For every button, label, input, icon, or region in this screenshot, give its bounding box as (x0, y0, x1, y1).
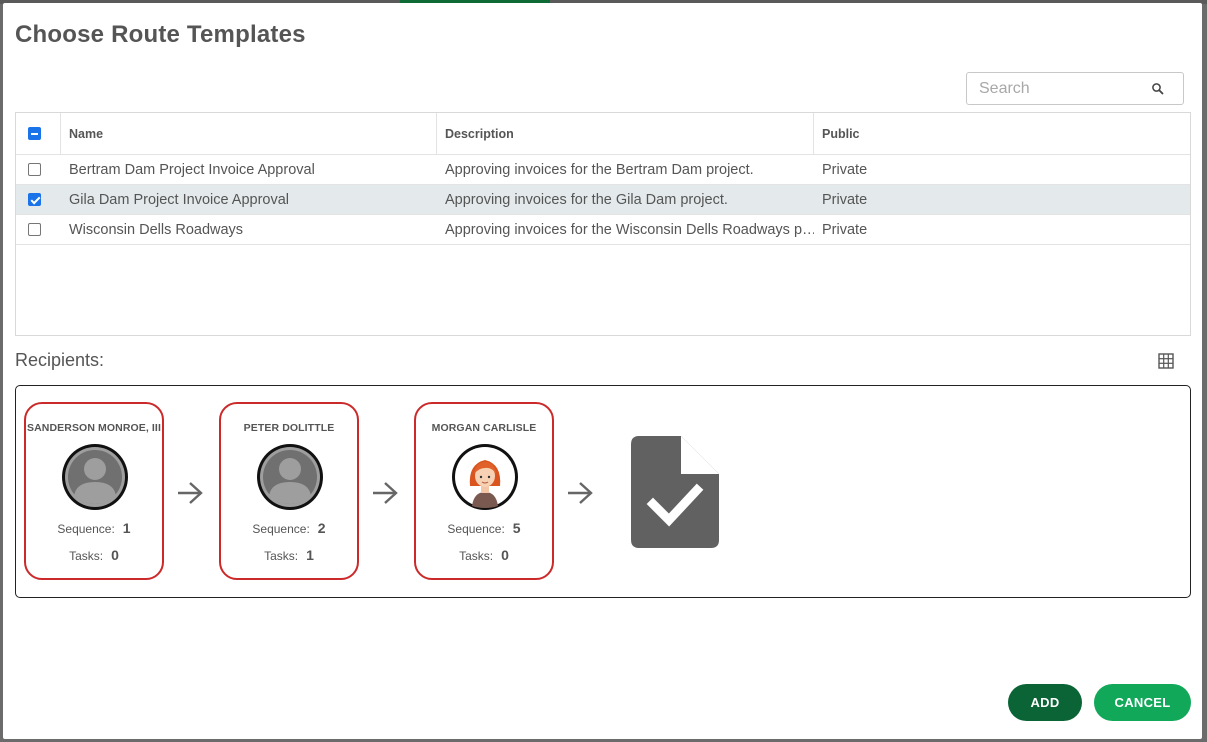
tasks-stat: Tasks: 1 (221, 547, 357, 563)
red-haired-woman-avatar (452, 444, 518, 510)
cancel-button[interactable]: CANCEL (1094, 684, 1191, 721)
user-silhouette-icon (62, 444, 128, 510)
row-select-cell (16, 185, 61, 214)
sequence-value: 5 (512, 520, 521, 536)
sequence-label: Sequence: (57, 522, 115, 536)
row-description: Approving invoices for the Bertram Dam p… (445, 161, 754, 178)
recipient-name: SANDERSON MONROE, III (27, 422, 161, 434)
tasks-value: 0 (111, 547, 119, 563)
sequence-stat: Sequence: 2 (221, 520, 357, 536)
recipient-name: MORGAN CARLISLE (431, 422, 537, 434)
table-header-row: Name Description Public (16, 113, 1190, 155)
column-header-public[interactable]: Public (814, 113, 1190, 154)
row-name: Wisconsin Dells Roadways (69, 221, 244, 238)
tasks-stat: Tasks: 0 (416, 547, 552, 563)
search-icon[interactable] (1151, 82, 1165, 96)
grid-view-icon[interactable] (1158, 353, 1174, 369)
add-button[interactable]: ADD (1008, 684, 1082, 721)
tasks-label: Tasks: (459, 549, 494, 563)
column-header-description[interactable]: Description (437, 113, 814, 154)
row-select-cell (16, 155, 61, 184)
row-name: Bertram Dam Project Invoice Approval (69, 161, 315, 178)
search-box[interactable] (966, 72, 1184, 105)
sequence-stat: Sequence: 5 (416, 520, 552, 536)
arrow-right-icon (373, 482, 398, 504)
row-name: Gila Dam Project Invoice Approval (69, 191, 290, 208)
column-header-name[interactable]: Name (61, 113, 437, 154)
route-templates-dialog: Choose Route Templates Name Description … (3, 3, 1202, 739)
recipient-card[interactable]: MORGAN CARLISLE Sequence: 5 Tasks: 0 (414, 402, 554, 580)
tasks-value: 0 (501, 547, 509, 563)
search-input[interactable] (967, 73, 1159, 104)
table-row[interactable]: Wisconsin Dells Roadways Approving invoi… (16, 215, 1190, 245)
row-public: Private (822, 161, 868, 178)
sequence-stat: Sequence: 1 (26, 520, 162, 536)
row-checkbox[interactable] (28, 193, 41, 206)
tasks-label: Tasks: (264, 549, 299, 563)
tasks-label: Tasks: (69, 549, 104, 563)
route-templates-table: Name Description Public Bertram Dam Proj… (15, 112, 1191, 336)
recipient-card[interactable]: PETER DOLITTLE Sequence: 2 Tasks: 1 (219, 402, 359, 580)
recipients-panel: SANDERSON MONROE, III Sequence: 1 Tasks: 0… (15, 385, 1191, 598)
tasks-stat: Tasks: 0 (26, 547, 162, 563)
row-checkbox[interactable] (28, 163, 41, 176)
arrow-right-icon (178, 482, 203, 504)
header-select-cell (16, 113, 61, 154)
row-description: Approving invoices for the Wisconsin Del… (445, 221, 814, 238)
dialog-title: Choose Route Templates (15, 21, 306, 48)
recipient-card[interactable]: SANDERSON MONROE, III Sequence: 1 Tasks: 0 (24, 402, 164, 580)
table-row[interactable]: Bertram Dam Project Invoice Approval App… (16, 155, 1190, 185)
sequence-label: Sequence: (252, 522, 310, 536)
table-row[interactable]: Gila Dam Project Invoice Approval Approv… (16, 185, 1190, 215)
user-silhouette-icon (257, 444, 323, 510)
row-public: Private (822, 191, 868, 208)
arrow-right-icon (568, 482, 593, 504)
row-public: Private (822, 221, 868, 238)
sequence-value: 1 (122, 520, 131, 536)
recipients-label: Recipients: (15, 350, 105, 370)
tasks-value: 1 (306, 547, 314, 563)
row-select-cell (16, 215, 61, 244)
row-checkbox[interactable] (28, 223, 41, 236)
recipient-name: PETER DOLITTLE (243, 422, 335, 434)
sequence-value: 2 (317, 520, 326, 536)
document-check-icon (631, 436, 719, 548)
sequence-label: Sequence: (447, 522, 505, 536)
row-description: Approving invoices for the Gila Dam proj… (445, 191, 728, 208)
select-all-checkbox[interactable] (28, 127, 41, 140)
